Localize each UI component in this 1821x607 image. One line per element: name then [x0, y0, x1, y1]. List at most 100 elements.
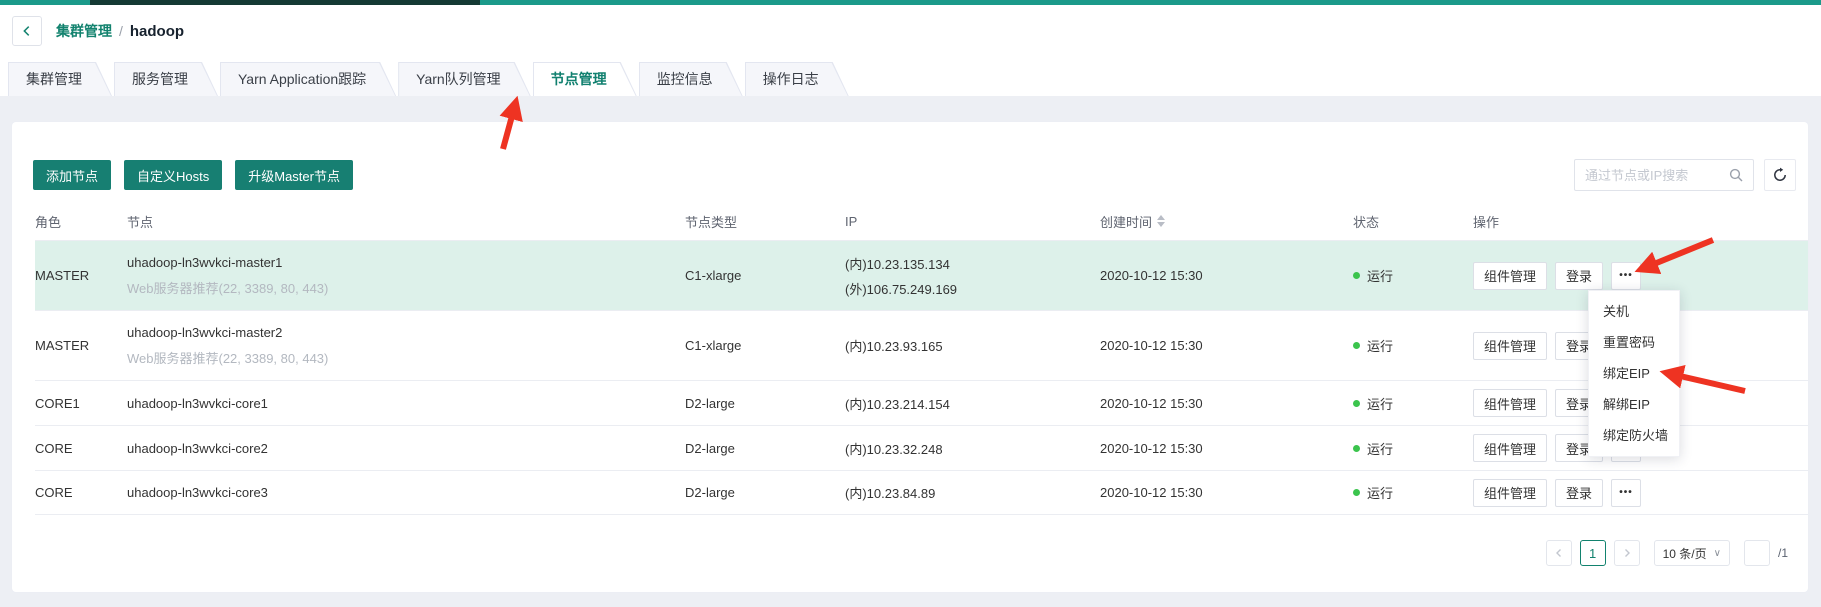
tab-node-management[interactable]: 节点管理 — [533, 62, 637, 96]
cell-role: CORE1 — [35, 396, 127, 411]
cell-ip: (内)10.23.214.154 — [845, 394, 1100, 413]
upgrade-master-button[interactable]: 升级Master节点 — [235, 160, 353, 190]
node-subtext: Web服务器推荐(22, 3389, 80, 443) — [127, 348, 685, 367]
cell-node: uhadoop-ln3wvkci-master1 Web服务器推荐(22, 33… — [127, 255, 685, 297]
tab-service-management[interactable]: 服务管理 — [114, 62, 218, 96]
column-header-node: 节点 — [127, 212, 685, 231]
component-manage-button[interactable]: 组件管理 — [1473, 389, 1547, 417]
login-button[interactable]: 登录 — [1555, 479, 1603, 507]
menu-item-shutdown[interactable]: 关机 — [1589, 296, 1679, 327]
breadcrumb: 集群管理 / hadoop — [12, 16, 184, 46]
tab-cluster-management[interactable]: 集群管理 — [8, 62, 112, 96]
column-header-actions: 操作 — [1473, 212, 1808, 231]
top-accent-bar-dark-segment — [90, 0, 480, 5]
tab-operation-log[interactable]: 操作日志 — [745, 62, 849, 96]
back-button[interactable] — [12, 16, 42, 46]
node-name: uhadoop-ln3wvkci-core2 — [127, 441, 685, 456]
component-manage-button[interactable]: 组件管理 — [1473, 479, 1547, 507]
page-total-label: /1 — [1778, 546, 1788, 560]
search-input[interactable] — [1585, 168, 1728, 183]
page-jump-input[interactable] — [1744, 540, 1770, 566]
ip-internal: (内)10.23.214.154 — [845, 394, 1100, 413]
cell-actions: 组件管理 登录 ••• — [1473, 262, 1808, 290]
node-subtext: Web服务器推荐(22, 3389, 80, 443) — [127, 278, 685, 297]
status-label: 运行 — [1367, 439, 1393, 458]
status-label: 运行 — [1367, 336, 1393, 355]
refresh-icon — [1772, 167, 1788, 183]
login-button[interactable]: 登录 — [1555, 262, 1603, 290]
status-dot — [1353, 272, 1360, 279]
component-manage-button[interactable]: 组件管理 — [1473, 434, 1547, 462]
node-table: 角色 节点 节点类型 IP 创建时间 状态 操作 MASTER uhadoop-… — [35, 202, 1808, 515]
column-header-role: 角色 — [35, 212, 127, 231]
chevron-right-icon — [1622, 548, 1632, 558]
cell-actions: 组件管理 登录 ••• — [1473, 479, 1808, 507]
table-row-core1: CORE1 uhadoop-ln3wvkci-core1 D2-large (内… — [35, 380, 1808, 425]
column-header-created[interactable]: 创建时间 — [1100, 212, 1353, 231]
column-header-ip: IP — [845, 214, 1100, 229]
tab-monitoring[interactable]: 监控信息 — [639, 62, 743, 96]
table-row-master2: MASTER uhadoop-ln3wvkci-master2 Web服务器推荐… — [35, 310, 1808, 380]
search-group — [1574, 159, 1796, 191]
component-manage-button[interactable]: 组件管理 — [1473, 262, 1547, 290]
tab-yarn-queue[interactable]: Yarn队列管理 — [398, 62, 531, 96]
add-node-button[interactable]: 添加节点 — [33, 160, 111, 190]
sort-icon[interactable] — [1157, 215, 1165, 227]
cell-status: 运行 — [1353, 336, 1473, 355]
refresh-button[interactable] — [1764, 159, 1796, 191]
cell-ip: (内)10.23.93.165 — [845, 336, 1100, 355]
page-size-select[interactable]: 10 条/页 ∨ — [1654, 540, 1730, 566]
more-actions-button[interactable]: ••• — [1611, 479, 1641, 507]
cell-ip: (内)10.23.84.89 — [845, 483, 1100, 502]
custom-hosts-button[interactable]: 自定义Hosts — [124, 160, 222, 190]
cell-role: MASTER — [35, 268, 127, 283]
node-name: uhadoop-ln3wvkci-core3 — [127, 485, 685, 500]
cell-node: uhadoop-ln3wvkci-core3 — [127, 485, 685, 500]
breadcrumb-separator: / — [119, 23, 123, 39]
table-row-master1: MASTER uhadoop-ln3wvkci-master1 Web服务器推荐… — [35, 240, 1808, 310]
pagination: 1 10 条/页 ∨ /1 — [1546, 540, 1788, 566]
status-label: 运行 — [1367, 394, 1393, 413]
search-box — [1574, 159, 1754, 191]
tab-yarn-application[interactable]: Yarn Application跟踪 — [220, 62, 396, 96]
cell-created: 2020-10-12 15:30 — [1100, 396, 1353, 411]
breadcrumb-cluster-management[interactable]: 集群管理 — [56, 21, 112, 41]
ip-internal: (内)10.23.32.248 — [845, 439, 1100, 458]
top-accent-bar — [0, 0, 1821, 5]
tab-bar: 集群管理 服务管理 Yarn Application跟踪 Yarn队列管理 节点… — [8, 62, 849, 96]
menu-item-bind-firewall[interactable]: 绑定防火墙 — [1589, 420, 1679, 451]
cell-status: 运行 — [1353, 483, 1473, 502]
menu-item-bind-eip[interactable]: 绑定EIP — [1589, 358, 1679, 389]
pagination-prev-button[interactable] — [1546, 540, 1572, 566]
status-label: 运行 — [1367, 483, 1393, 502]
component-manage-button[interactable]: 组件管理 — [1473, 332, 1547, 360]
status-dot — [1353, 342, 1360, 349]
node-name: uhadoop-ln3wvkci-master2 — [127, 325, 685, 340]
node-name: uhadoop-ln3wvkci-core1 — [127, 396, 685, 411]
cell-ip: (内)10.23.32.248 — [845, 439, 1100, 458]
search-icon[interactable] — [1728, 167, 1744, 183]
cell-status: 运行 — [1353, 439, 1473, 458]
ip-external: (外)106.75.249.169 — [845, 279, 1100, 298]
status-dot — [1353, 489, 1360, 496]
chevron-left-icon — [20, 24, 34, 38]
cell-node-type: C1-xlarge — [685, 268, 845, 283]
table-row-core2: CORE uhadoop-ln3wvkci-core2 D2-large (内)… — [35, 425, 1808, 470]
cell-status: 运行 — [1353, 266, 1473, 285]
status-dot — [1353, 400, 1360, 407]
pagination-page-1[interactable]: 1 — [1580, 540, 1606, 566]
chevron-down-icon: ∨ — [1714, 548, 1721, 559]
ip-internal: (内)10.23.135.134 — [845, 254, 1100, 273]
status-dot — [1353, 445, 1360, 452]
menu-item-unbind-eip[interactable]: 解绑EIP — [1589, 389, 1679, 420]
cell-role: CORE — [35, 485, 127, 500]
ip-internal: (内)10.23.93.165 — [845, 336, 1100, 355]
breadcrumb-current-cluster: hadoop — [130, 23, 184, 40]
menu-item-reset-password[interactable]: 重置密码 — [1589, 327, 1679, 358]
more-actions-button[interactable]: ••• — [1611, 262, 1641, 290]
pagination-next-button[interactable] — [1614, 540, 1640, 566]
cell-created: 2020-10-12 15:30 — [1100, 441, 1353, 456]
cell-node-type: D2-large — [685, 396, 845, 411]
column-header-node-type: 节点类型 — [685, 212, 845, 231]
cell-created: 2020-10-12 15:30 — [1100, 485, 1353, 500]
